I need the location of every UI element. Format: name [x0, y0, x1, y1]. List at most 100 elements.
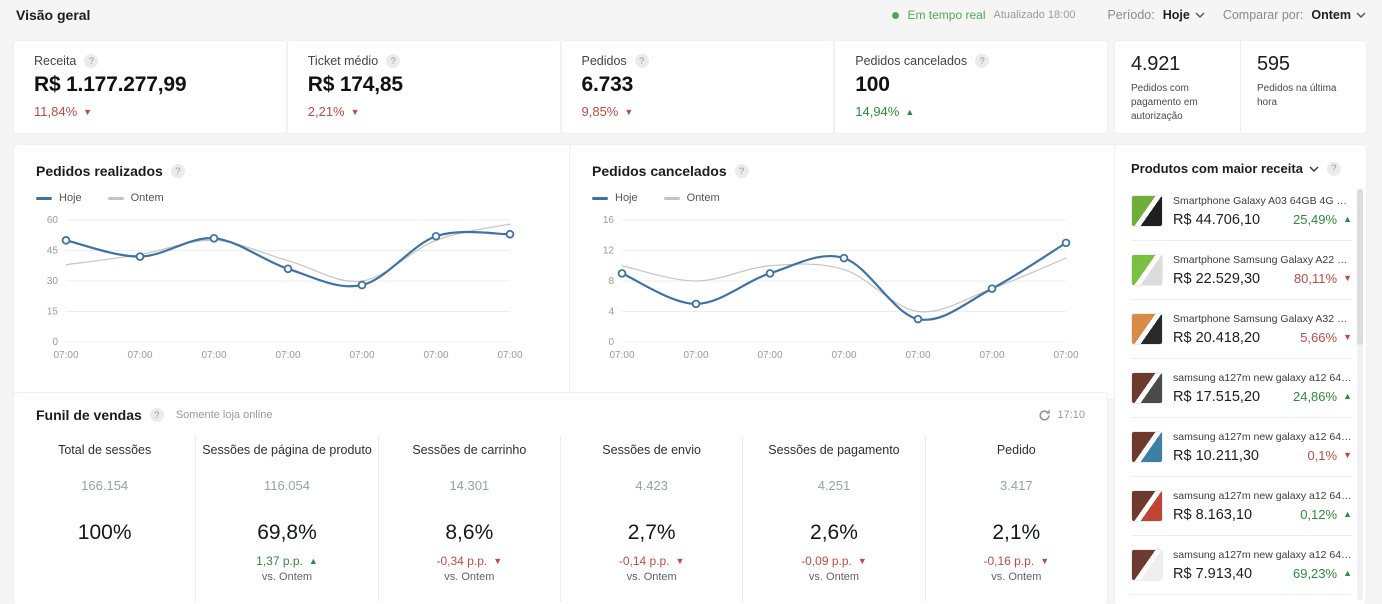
svg-text:07:00: 07:00 [609, 350, 634, 361]
funnel-stage: Sessões de página de produto 116.054 69,8%… [195, 436, 377, 602]
kpi-label: Ticket médio [308, 54, 378, 68]
product-info: samsung a127m new galaxy a12 64gb…R$ 8.1… [1173, 490, 1352, 523]
legend-swatch [592, 197, 608, 200]
legend-item-hoje[interactable]: Hoje [36, 192, 82, 204]
product-list-item[interactable]: samsung a127m new galaxy a12 64gb…R$ 10.… [1131, 417, 1352, 476]
kpi-label-row: Ticket médio? [308, 54, 540, 68]
funnel-stage: Total de sessões166.154100% [14, 436, 195, 602]
svg-text:8: 8 [608, 276, 614, 287]
arrow-down-icon: ▼ [1343, 450, 1352, 460]
product-info: Smartphone Galaxy A03 64GB 4G Wi-…R$ 44.… [1173, 195, 1352, 228]
funnel-stage-percent: 2,7% [561, 521, 742, 545]
funnel-stage-count: 116.054 [196, 478, 377, 493]
funnel-refresh[interactable]: 17:10 [1038, 409, 1085, 422]
product-list-item[interactable]: samsung a127m new galaxy a12 64gb…R$ 8.1… [1131, 476, 1352, 535]
product-price-row: R$ 22.529,3080,11%▼ [1173, 271, 1352, 287]
topbar-controls: Em tempo real Atualizado 18:00 Período: … [892, 8, 1366, 22]
funnel-stage-header: Pedido [926, 436, 1107, 464]
funnel-vs-label: vs. Ontem [561, 571, 742, 583]
top-products-panel: Produtos com maior receita ? Smartphone … [1115, 145, 1366, 604]
product-list-item[interactable] [1131, 594, 1352, 604]
product-list-item[interactable]: samsung a127m new galaxy a12 64gb…R$ 7.9… [1131, 535, 1352, 594]
legend-item-hoje[interactable]: Hoje [592, 192, 638, 204]
product-thumbnail [1131, 254, 1163, 286]
compare-value: Ontem [1311, 8, 1351, 22]
kpi-value: 6.733 [582, 73, 814, 97]
product-price-row: R$ 10.211,300,1%▼ [1173, 448, 1352, 464]
help-icon[interactable]: ? [150, 408, 164, 422]
product-list-item[interactable]: Smartphone Galaxy A03 64GB 4G Wi-…R$ 44.… [1131, 182, 1352, 240]
side-counter-value: 595 [1257, 53, 1358, 76]
funnel-delta-value: -0,09 p.p. [801, 554, 852, 568]
product-thumbnail [1131, 431, 1163, 463]
legend-swatch [36, 197, 52, 200]
product-revenue: R$ 10.211,30 [1173, 448, 1259, 464]
svg-text:07:00: 07:00 [423, 350, 448, 361]
funnel-stage-percent: 69,8% [196, 521, 377, 545]
funnel-stage-header: Sessões de página de produto [196, 436, 377, 464]
chart-legend: Hoje Ontem [592, 192, 1129, 204]
funnel-stage-delta: -0,09 p.p.▼ [743, 554, 924, 568]
help-icon[interactable]: ? [171, 164, 185, 178]
arrow-down-icon: ▼ [351, 107, 360, 117]
realtime-status: Em tempo real [907, 8, 985, 22]
product-thumbnail [1131, 372, 1163, 404]
funnel-stage: Pedido3.4172,1%-0,16 p.p.▼vs. Ontem [925, 436, 1107, 602]
kpi-label-row: Receita? [34, 54, 266, 68]
orders-made-chart-panel: Pedidos realizados ? HojeOntem 015304560… [14, 145, 596, 399]
product-revenue: R$ 20.418,20 [1173, 330, 1260, 346]
product-price-row: R$ 17.515,2024,86%▲ [1173, 389, 1352, 405]
legend-item-ontem[interactable]: Ontem [108, 192, 164, 204]
funnel-stage-count: 4.423 [561, 478, 742, 493]
side-counter: 595Pedidos na última hora [1241, 41, 1366, 133]
svg-text:07:00: 07:00 [497, 350, 522, 361]
arrow-down-icon: ▼ [83, 107, 92, 117]
period-select[interactable]: Hoje [1163, 8, 1205, 22]
products-title-row[interactable]: Produtos com maior receita ? [1131, 161, 1352, 176]
funnel-title: Funil de vendas [36, 407, 142, 423]
product-price-row: R$ 8.163,100,12%▲ [1173, 507, 1352, 523]
kpi-label: Pedidos [582, 54, 627, 68]
product-list-item[interactable]: Smartphone Samsung Galaxy A32 12…R$ 20.4… [1131, 299, 1352, 358]
line-chart: 048121607:0007:0007:0007:0007:0007:0007:… [592, 212, 1082, 364]
product-info: samsung a127m new galaxy a12 64gb…R$ 10.… [1173, 431, 1352, 464]
product-delta: 69,23% ▲ [1293, 566, 1352, 581]
funnel-header: Funil de vendas ? Somente loja online 17… [14, 393, 1107, 423]
help-icon[interactable]: ? [735, 164, 749, 178]
product-delta-value: 24,86% [1293, 389, 1337, 404]
kpi-card: Ticket médio?R$ 174,852,21%▼ [288, 41, 560, 133]
product-delta-value: 25,49% [1293, 212, 1337, 227]
product-list-item[interactable]: samsung a127m new galaxy a12 64gb…R$ 17.… [1131, 358, 1352, 417]
svg-text:07:00: 07:00 [53, 350, 78, 361]
svg-text:45: 45 [47, 246, 59, 257]
product-delta: 24,86%▲ [1293, 389, 1352, 404]
chart-title-row: Pedidos realizados ? [36, 163, 574, 179]
product-delta: 0,12%▲ [1300, 507, 1352, 522]
funnel-stage-percent: 2,1% [926, 521, 1107, 545]
orders-cancelled-chart-panel: Pedidos cancelados ? HojeOntem 048121607… [570, 145, 1151, 399]
product-list-item[interactable]: Smartphone Samsung Galaxy A22 12…R$ 22.5… [1131, 240, 1352, 299]
product-delta-value: 69,23% [1293, 566, 1337, 581]
funnel-stage-delta: -0,16 p.p.▼ [926, 554, 1107, 568]
funnel-stage-header: Sessões de envio [561, 436, 742, 464]
product-name: Smartphone Galaxy A03 64GB 4G Wi-… [1173, 195, 1352, 207]
legend-item-ontem[interactable]: Ontem [664, 192, 720, 204]
funnel-stage-delta: 1,37 p.p.▲ [196, 554, 377, 568]
legend-label: Ontem [687, 192, 720, 204]
scrollbar-thumb[interactable] [1357, 189, 1363, 345]
product-info: samsung a127m new galaxy a12 64gb…R$ 17.… [1173, 372, 1352, 405]
kpi-label-row: Pedidos? [582, 54, 814, 68]
page-title: Visão geral [16, 7, 90, 23]
help-icon[interactable]: ? [386, 54, 400, 68]
funnel-table: Total de sessões166.154100%Sessões de pá… [14, 436, 1107, 602]
arrow-up-icon: ▲ [1343, 568, 1352, 578]
help-icon[interactable]: ? [1327, 162, 1341, 176]
kpi-row: Receita?R$ 1.177.277,9911,84%▼Ticket méd… [14, 41, 1107, 133]
kpi-value: 100 [855, 73, 1087, 97]
help-icon[interactable]: ? [84, 54, 98, 68]
help-icon[interactable]: ? [975, 54, 989, 68]
help-icon[interactable]: ? [635, 54, 649, 68]
compare-select[interactable]: Ontem [1311, 8, 1366, 22]
svg-text:07:00: 07:00 [683, 350, 708, 361]
products-scrollbar[interactable] [1357, 189, 1363, 600]
